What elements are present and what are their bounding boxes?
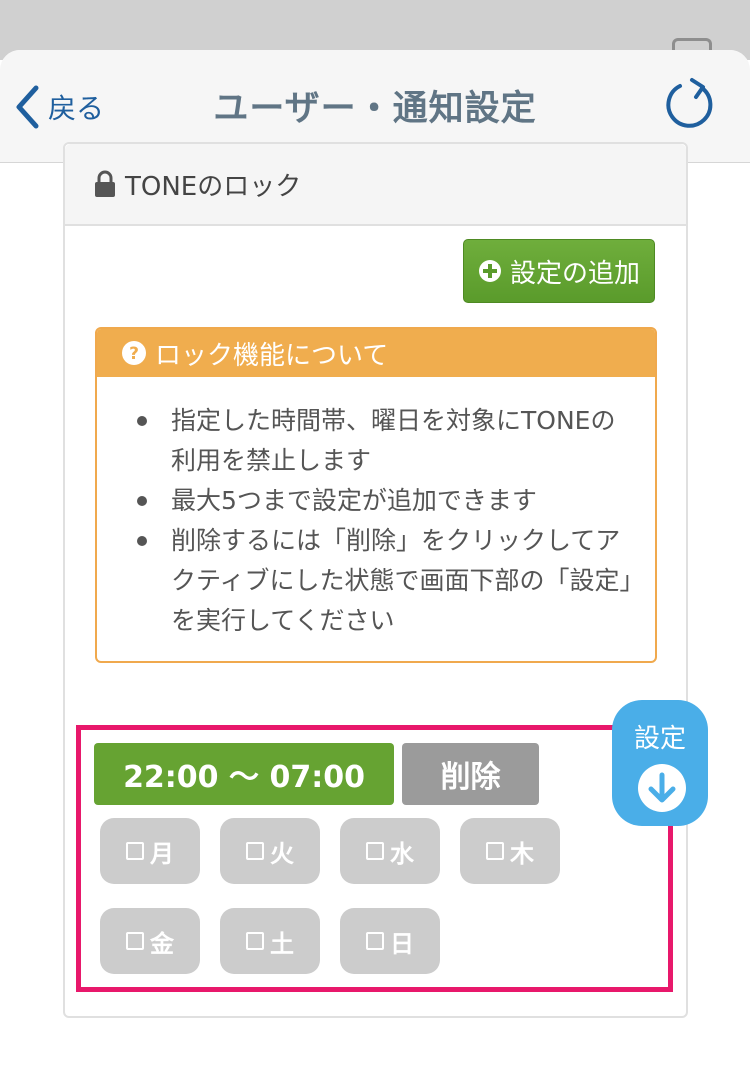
day-label: 金 [150,929,174,958]
plus-circle-icon [478,260,501,282]
day-toggle-fri[interactable]: 金 [100,908,200,974]
day-toggle-wed[interactable]: 水 [340,818,440,884]
checkbox-icon [246,842,264,860]
day-label: 日 [390,929,414,958]
floating-settings-button[interactable]: 設定 [612,700,708,826]
day-label: 土 [270,929,294,958]
day-label: 木 [510,839,534,868]
checkbox-icon [366,932,384,950]
info-item: 最大5つまで設定が追加できます [137,481,639,521]
day-toggle-sun[interactable]: 日 [340,908,440,974]
floating-settings-label: 設定 [633,724,686,754]
checkbox-icon [246,932,264,950]
card-header: TONEのロック [65,144,686,226]
day-label: 火 [270,839,294,868]
lock-icon [95,170,115,197]
checkbox-icon [126,932,144,950]
info-header: ? ロック機能について [97,329,655,377]
refresh-button[interactable] [662,76,718,132]
info-item: 指定した時間帯、曜日を対象にTONEの利用を禁止します [137,401,639,481]
info-title: ロック機能について [155,340,389,371]
checkbox-icon [126,842,144,860]
question-circle-icon: ? [122,341,146,365]
day-toggle-tue[interactable]: 火 [220,818,320,884]
delete-button[interactable]: 削除 [402,743,539,805]
refresh-icon [666,78,713,128]
info-item: 削除するには「削除」をクリックしてアクティブにした状態で画面下部の「設定」を実行… [137,521,639,641]
lock-info-panel: ? ロック機能について 指定した時間帯、曜日を対象にTONEの利用を禁止します … [95,327,657,663]
day-label: 水 [390,839,414,868]
page-title: ユーザー・通知設定 [213,89,537,129]
add-setting-button[interactable]: 設定の追加 [463,239,655,303]
card-title: TONEのロック [125,171,302,202]
day-toggle-sat[interactable]: 土 [220,908,320,974]
checkbox-icon [486,842,504,860]
checkbox-icon [366,842,384,860]
time-range-button[interactable]: 22:00 〜 07:00 [94,743,394,805]
day-label: 月 [150,839,174,868]
day-toggle-thu[interactable]: 木 [460,818,560,884]
day-toggle-mon[interactable]: 月 [100,818,200,884]
arrow-down-circle-icon [638,764,686,812]
info-list: 指定した時間帯、曜日を対象にTONEの利用を禁止します 最大5つまで設定が追加で… [97,377,655,641]
add-setting-label: 設定の追加 [509,258,640,289]
svg-text:?: ? [129,344,139,364]
